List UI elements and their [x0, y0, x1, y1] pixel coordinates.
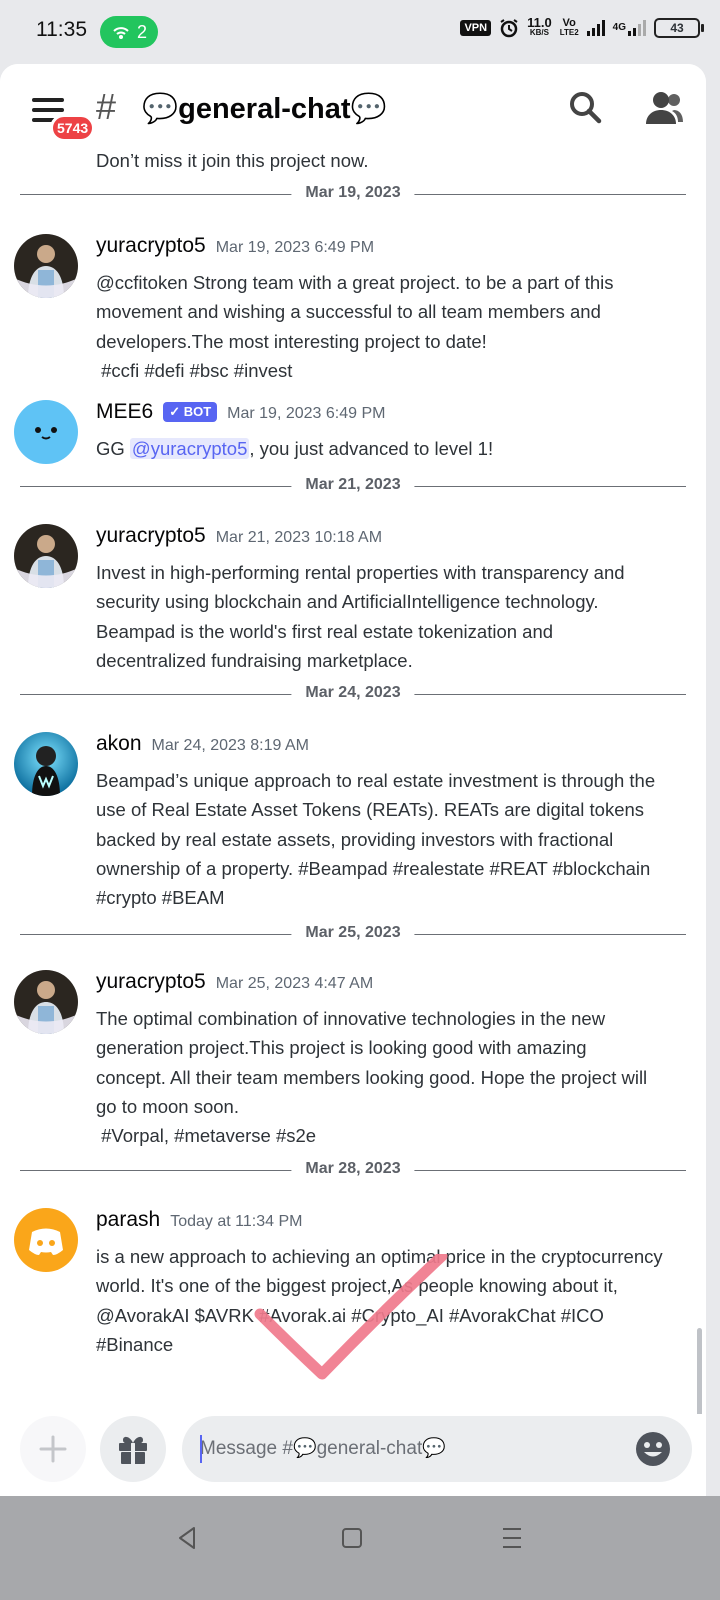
message-input[interactable] [200, 1428, 620, 1470]
message-author[interactable]: yuracrypto5 [96, 970, 206, 994]
search-icon[interactable] [568, 90, 604, 126]
message-body: @ccfitoken Strong team with a great proj… [96, 272, 614, 381]
hash-icon: # [96, 86, 117, 127]
emoji-icon[interactable] [634, 1430, 672, 1468]
message-timestamp: Mar 19, 2023 6:49 PM [227, 405, 386, 422]
gift-icon [119, 1436, 147, 1464]
members-icon[interactable] [644, 90, 684, 126]
recents-icon[interactable] [492, 1518, 532, 1558]
notification-badge: 5743 [50, 114, 96, 142]
add-attachment-button[interactable] [20, 1416, 86, 1482]
avatar-yuracrypto5[interactable] [14, 970, 78, 1034]
bot-tag: ✓ BOT [163, 402, 218, 422]
date-divider: Mar 25, 2023 [20, 924, 686, 944]
avatar-parash[interactable] [14, 1208, 78, 1272]
avatar-mee6[interactable] [14, 400, 78, 464]
message-timestamp: Mar 24, 2023 8:19 AM [151, 737, 309, 754]
hotspot-indicator: 2 [100, 16, 158, 48]
gift-button[interactable] [100, 1416, 166, 1482]
message-author[interactable]: yuracrypto5 [96, 524, 206, 548]
date-divider: Mar 21, 2023 [20, 476, 686, 496]
message-author[interactable]: parash [96, 1208, 160, 1232]
chat-screen: 5743 # 💬general-chat💬 Don’t miss it join… [0, 64, 706, 1526]
date-divider: Mar 19, 2023 [20, 184, 686, 204]
message-body: is a new approach to achieving an optima… [96, 1246, 663, 1355]
signal-2-icon [628, 20, 646, 36]
message-timestamp: Mar 21, 2023 10:18 AM [215, 529, 383, 546]
status-bar: 11:35 2 VPN 11.0 KB/S Vo LTE2 4G 43 [0, 0, 720, 64]
message-timestamp: Mar 19, 2023 6:49 PM [215, 239, 375, 256]
home-icon[interactable] [332, 1518, 372, 1558]
avatar-akon[interactable] [14, 732, 78, 796]
message-input-box[interactable] [182, 1416, 692, 1482]
network-type: 4G [612, 22, 626, 33]
plus-icon [39, 1435, 67, 1463]
system-nav-bar [0, 1496, 720, 1600]
back-icon[interactable] [168, 1518, 208, 1558]
network-speed: 11.0 KB/S [527, 15, 552, 37]
message-body: The optimal combination of innovative te… [96, 1008, 648, 1147]
hotspot-count: 2 [136, 21, 147, 42]
menu-icon [32, 98, 64, 102]
battery-icon: 43 [654, 18, 704, 38]
vpn-icon: VPN [460, 20, 492, 36]
message-timestamp: Mar 25, 2023 4:47 AM [215, 975, 374, 992]
volte-indicator: Vo LTE2 [559, 17, 579, 38]
status-time: 11:35 [36, 18, 87, 41]
date-divider: Mar 28, 2023 [20, 1160, 686, 1180]
user-mention[interactable]: @yuracrypto5 [129, 438, 250, 459]
message-author[interactable]: yuracrypto5 [96, 234, 206, 258]
channel-title[interactable]: 💬general-chat💬 [142, 92, 387, 126]
message-body: Invest in high-performing rental propert… [96, 562, 625, 671]
channel-header: 5743 # 💬general-chat💬 [0, 64, 706, 154]
signal-1-icon [586, 20, 605, 36]
avatar-yuracrypto5[interactable] [14, 234, 78, 298]
message-timestamp: Today at 11:34 PM [170, 1213, 303, 1230]
message-body: Beampad’s unique approach to real estate… [96, 770, 656, 909]
alarm-icon [500, 19, 518, 38]
message-body: GG @yuracrypto5, you just advanced to le… [96, 438, 494, 459]
hotspot-icon [113, 27, 129, 39]
avatar-yuracrypto5[interactable] [14, 524, 78, 588]
message-author[interactable]: MEE6 [96, 400, 153, 424]
message-author[interactable]: akon [96, 732, 142, 756]
text-caret [200, 1435, 202, 1463]
message-list[interactable]: Don’t miss it join this project now. Mar… [0, 150, 706, 1486]
date-divider: Mar 24, 2023 [20, 684, 686, 704]
